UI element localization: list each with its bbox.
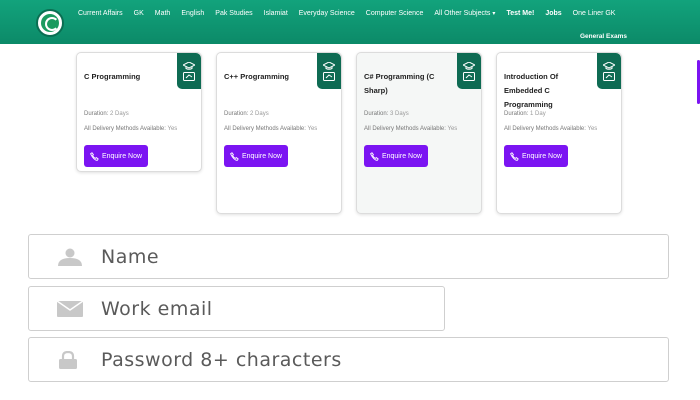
nav-link-test-me[interactable]: Test Me! <box>506 10 534 17</box>
delivery-value: Yes <box>587 126 598 132</box>
nav-dropdown-label: All Other Subjects <box>434 10 491 17</box>
duration-value: 3 Days <box>390 111 409 117</box>
delivery-label: All Delivery Methods Available: <box>504 126 586 132</box>
delivery-row: All Delivery Methods Available: Yes <box>364 126 457 132</box>
certificate-icon <box>183 71 195 81</box>
certificate-icon <box>603 71 615 81</box>
duration-label: Duration: <box>84 111 109 117</box>
certificate-icon <box>323 71 335 81</box>
graduation-cap-icon <box>323 61 335 70</box>
email-field[interactable] <box>28 286 445 331</box>
nav-link-english[interactable]: English <box>181 10 204 17</box>
envelope-icon <box>57 300 83 317</box>
course-card: C# Programming (C Sharp) Duration: 3 Day… <box>356 52 482 214</box>
duration-value: 1 Day <box>530 111 546 117</box>
course-title: C++ Programming <box>224 72 290 81</box>
globe-logo-icon[interactable] <box>36 9 64 37</box>
duration-label: Duration: <box>224 111 249 117</box>
nav-link-everyday-science[interactable]: Everyday Science <box>299 10 355 17</box>
course-badge <box>457 53 481 89</box>
nav-dropdown-all-other-subjects[interactable]: All Other Subjects ▾ <box>434 10 495 17</box>
duration-row: Duration: 3 Days <box>364 111 409 117</box>
course-badge <box>597 53 621 89</box>
caret-down-icon: ▾ <box>492 11 496 17</box>
course-card: C Programming Duration: 2 Days All Deliv… <box>76 52 202 172</box>
phone-icon <box>229 151 239 161</box>
duration-row: Duration: 2 Days <box>224 111 269 117</box>
course-title: Introduction Of Embedded C Programming <box>504 72 559 109</box>
duration-value: 2 Days <box>250 111 269 117</box>
nav-link-current-affairs[interactable]: Current Affairs <box>78 10 123 17</box>
enquire-now-button[interactable]: Enquire Now <box>504 145 568 167</box>
delivery-label: All Delivery Methods Available: <box>224 126 306 132</box>
course-card: Introduction Of Embedded C Programming D… <box>496 52 622 214</box>
user-icon <box>58 248 82 266</box>
phone-icon <box>509 151 519 161</box>
course-title: C# Programming (C Sharp) <box>364 72 435 95</box>
duration-value: 2 Days <box>110 111 129 117</box>
enquire-now-button[interactable]: Enquire Now <box>224 145 288 167</box>
nav-link-pak-studies[interactable]: Pak Studies <box>215 10 252 17</box>
graduation-cap-icon <box>603 61 615 70</box>
name-field[interactable] <box>28 234 669 279</box>
duration-row: Duration: 2 Days <box>84 111 129 117</box>
nav-link-math[interactable]: Math <box>155 10 171 17</box>
delivery-label: All Delivery Methods Available: <box>364 126 446 132</box>
delivery-label: All Delivery Methods Available: <box>84 126 166 132</box>
nav-link-jobs[interactable]: Jobs <box>545 10 561 17</box>
top-navbar: Current Affairs GK Math English Pak Stud… <box>0 0 700 44</box>
delivery-row: All Delivery Methods Available: Yes <box>504 126 597 132</box>
graduation-cap-icon <box>463 61 475 70</box>
course-card: C++ Programming Duration: 2 Days All Del… <box>216 52 342 214</box>
lock-icon <box>59 350 77 369</box>
duration-label: Duration: <box>364 111 389 117</box>
duration-row: Duration: 1 Day <box>504 111 546 117</box>
nav-link-general-exams[interactable]: General Exams <box>580 33 627 40</box>
delivery-value: Yes <box>447 126 458 132</box>
course-badge <box>177 53 201 89</box>
nav-link-islamiat[interactable]: Islamiat <box>264 10 288 17</box>
delivery-value: Yes <box>307 126 318 132</box>
delivery-value: Yes <box>167 126 178 132</box>
enquire-now-button[interactable]: Enquire Now <box>364 145 428 167</box>
nav-links: Current Affairs GK Math English Pak Stud… <box>78 10 626 17</box>
enquire-now-button[interactable]: Enquire Now <box>84 145 148 167</box>
delivery-row: All Delivery Methods Available: Yes <box>84 126 177 132</box>
course-title: C Programming <box>84 72 141 81</box>
enquire-now-label: Enquire Now <box>381 152 423 160</box>
enquire-now-label: Enquire Now <box>521 152 563 160</box>
phone-icon <box>369 151 379 161</box>
enquire-now-label: Enquire Now <box>101 152 143 160</box>
phone-icon <box>89 151 99 161</box>
nav-link-computer-science[interactable]: Computer Science <box>366 10 424 17</box>
graduation-cap-icon <box>183 61 195 70</box>
email-input[interactable] <box>101 287 344 330</box>
duration-label: Duration: <box>504 111 529 117</box>
password-input[interactable] <box>101 338 344 381</box>
certificate-icon <box>463 71 475 81</box>
enquire-now-label: Enquire Now <box>241 152 283 160</box>
password-field[interactable] <box>28 337 669 382</box>
nav-link-gk[interactable]: GK <box>134 10 144 17</box>
delivery-row: All Delivery Methods Available: Yes <box>224 126 317 132</box>
name-input[interactable] <box>101 235 344 278</box>
course-badge <box>317 53 341 89</box>
nav-link-one-liner-gk[interactable]: One Liner GK <box>573 10 616 17</box>
